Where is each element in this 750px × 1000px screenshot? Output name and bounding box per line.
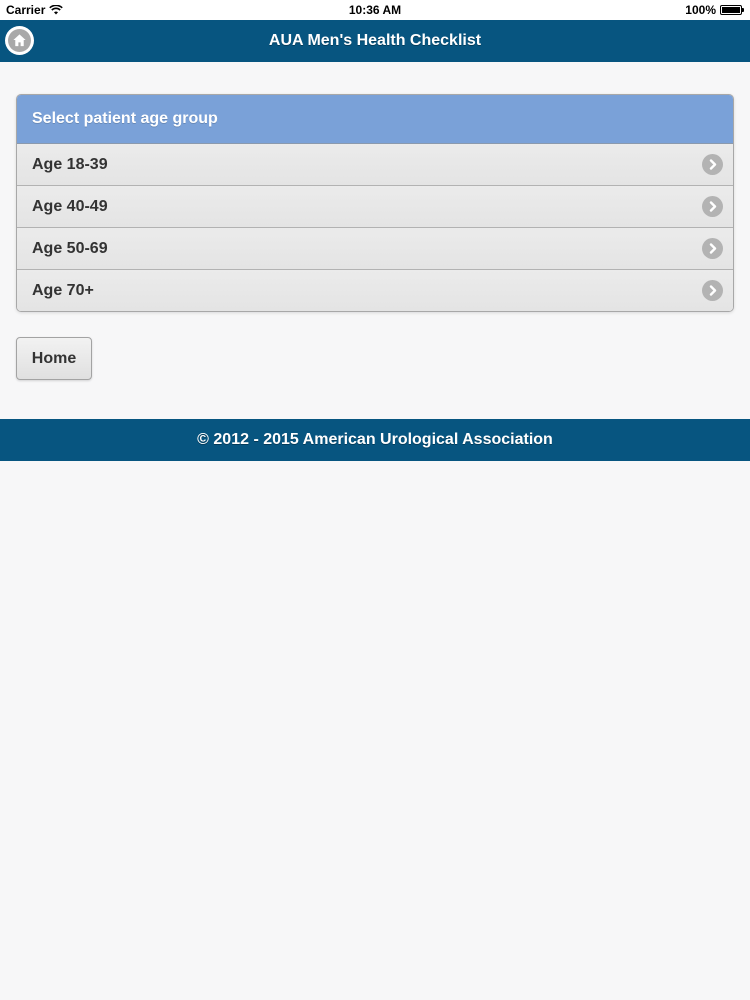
home-button[interactable]: Home: [16, 337, 92, 380]
battery-status: 100%: [685, 3, 744, 17]
page-title: AUA Men's Health Checklist: [268, 32, 482, 49]
list-item-label: Age 70+: [32, 281, 94, 299]
list-item-age-18-39[interactable]: Age 18-39: [17, 144, 733, 186]
status-bar: Carrier 10:36 AM 100%: [0, 0, 750, 20]
list-item-age-50-69[interactable]: Age 50-69: [17, 228, 733, 270]
battery-percent: 100%: [685, 3, 716, 17]
chevron-right-icon: [702, 196, 723, 217]
chevron-right-icon: [702, 280, 723, 301]
footer-copyright: © 2012 - 2015 American Urological Associ…: [0, 419, 750, 461]
app-header: AUA Men's Health Checklist: [0, 20, 750, 62]
chevron-right-icon: [702, 238, 723, 259]
list-item-label: Age 50-69: [32, 239, 108, 257]
battery-icon: [720, 5, 744, 15]
list-item-label: Age 18-39: [32, 155, 108, 173]
age-group-list: Select patient age group Age 18-39 Age 4…: [16, 94, 734, 312]
list-item-age-40-49[interactable]: Age 40-49: [17, 186, 733, 228]
status-time: 10:36 AM: [348, 3, 402, 17]
battery-fill: [722, 7, 740, 13]
chevron-right-icon: [702, 154, 723, 175]
list-header: Select patient age group: [17, 95, 733, 144]
list-item-age-70-plus[interactable]: Age 70+: [17, 270, 733, 311]
list-item-label: Age 40-49: [32, 197, 108, 215]
